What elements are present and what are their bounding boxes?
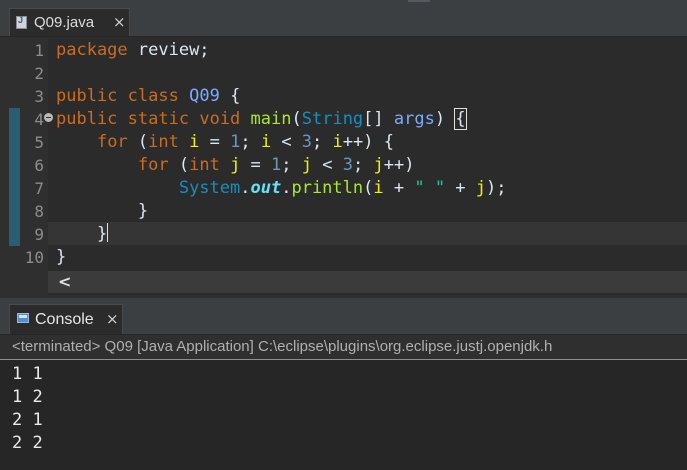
fold-toggle-icon[interactable] [44,113,53,122]
code-line-6: for (int j = 1; j < 3; j++) [137,155,415,175]
console-status-text: <terminated> Q09 [Java Application] C:\e… [12,338,553,355]
code-line-10: } [56,247,67,267]
code-line-8: } [56,201,149,221]
tab-console[interactable]: Console × [9,304,123,334]
console-output-line: 2 1 [12,410,43,430]
console-icon [17,313,29,323]
code-line-3: public class Q09 { [56,86,241,106]
tab-bar-accent [408,0,430,2]
editor-tab-bar: Q09.java × [0,0,687,37]
tab-q09-java[interactable]: Q09.java × [9,8,130,36]
line-number: 10 [24,248,44,267]
code-line-9: } [56,223,109,244]
code-line-7: System.out.println(i + " " + j); [178,178,507,198]
console-output-line: 1 1 [12,364,43,384]
code-line-5: for (int i = 1; i < 3; i++) { [96,132,394,152]
code-line-4: public static void main(String[] args) { [56,108,467,130]
tab-label: Console [35,311,94,328]
text-caret [107,223,109,242]
line-number: 4 [34,110,44,129]
tab-label: Q09.java [34,14,95,31]
line-number: 3 [34,87,44,106]
close-icon[interactable]: × [113,13,126,31]
console-tab-bar: Console × [0,298,687,335]
console-output-line: 2 2 [12,433,43,453]
console-view[interactable]: <terminated> Q09 [Java Application] C:\e… [0,335,687,470]
horizontal-scrollbar[interactable]: < [48,271,687,293]
java-file-icon [16,15,27,29]
code-editor[interactable]: 1 2 3 4 5 6 7 8 9 10 package review; pub… [0,37,687,295]
line-number: 2 [34,64,44,83]
line-number: 6 [34,156,44,175]
console-output-line: 1 2 [12,387,43,407]
line-number: 9 [34,225,44,244]
close-icon[interactable]: × [106,310,119,328]
current-line-highlight [48,222,687,245]
matched-bracket: { [454,108,467,130]
console-status-bar: <terminated> Q09 [Java Application] C:\e… [0,335,687,360]
line-number: 7 [34,179,44,198]
line-number: 8 [34,202,44,221]
scroll-left-icon[interactable]: < [58,272,71,291]
line-number: 5 [34,133,44,152]
code-line-1: package review; [56,40,210,60]
line-number: 1 [34,41,44,60]
